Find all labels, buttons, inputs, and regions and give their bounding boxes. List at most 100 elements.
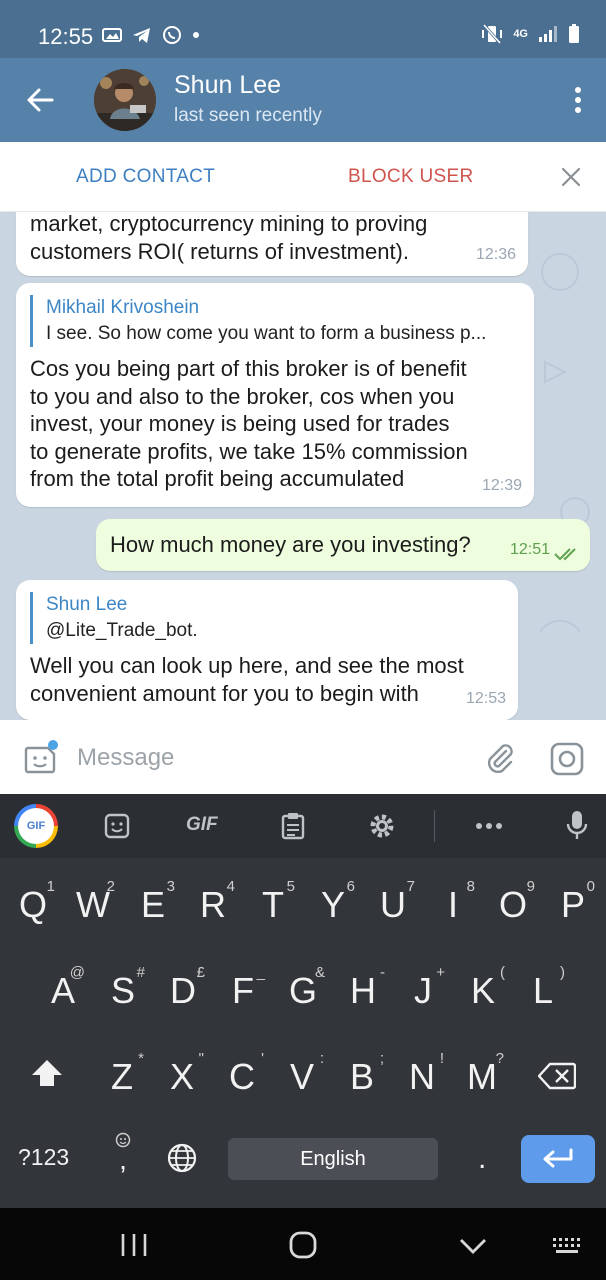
key-q[interactable]: Q1 <box>3 878 63 926</box>
key-secondary-label: 3 <box>166 878 175 895</box>
key-k[interactable]: K( <box>453 964 513 1012</box>
reply-quote[interactable]: Mikhail Krivoshein I see. So how come yo… <box>30 295 520 347</box>
key-j[interactable]: J + <box>393 964 453 1012</box>
reply-text: I see. So how come you want to form a bu… <box>46 323 487 344</box>
key-label: H <box>350 970 376 1011</box>
read-checkmarks-icon <box>554 548 576 561</box>
close-icon[interactable] <box>560 166 582 188</box>
key-p[interactable]: P0 <box>543 878 603 926</box>
key-v[interactable]: V: <box>272 1050 332 1098</box>
key-label: G <box>288 970 317 1011</box>
back-arrow-icon[interactable] <box>24 84 56 116</box>
reply-author: Shun Lee <box>46 594 128 615</box>
recent-apps-icon[interactable] <box>120 1232 148 1258</box>
toolbar-divider <box>434 810 435 842</box>
whatsapp-notification-icon <box>163 26 181 44</box>
incoming-message[interactable]: Shun Lee @Lite_Trade_bot. Well you can l… <box>16 580 518 720</box>
key-secondary-label: ! <box>439 1050 444 1067</box>
more-dots-icon[interactable] <box>475 822 503 830</box>
key-h[interactable]: H- <box>333 964 393 1012</box>
message-time: 12:51 <box>509 540 550 558</box>
key-secondary-label: _ <box>256 964 265 981</box>
key-w[interactable]: W2 <box>63 878 123 926</box>
enter-key[interactable] <box>521 1135 595 1183</box>
key-a[interactable]: A @ <box>33 964 93 1012</box>
key-label: C <box>229 1056 255 1097</box>
key-y[interactable]: Y6 <box>303 878 363 926</box>
camera-icon[interactable] <box>550 742 584 776</box>
status-time: 12:55 <box>38 24 94 49</box>
key-i[interactable]: I8 <box>423 878 483 926</box>
key-label: S <box>110 970 135 1011</box>
key-secondary-label: 9 <box>526 878 535 895</box>
key-x[interactable]: X " <box>152 1050 212 1098</box>
comma-key-label: , <box>119 1144 127 1175</box>
message-text-line: Cos you being part of this broker is of … <box>30 356 467 381</box>
key-secondary-label: ? <box>495 1050 504 1067</box>
symbols-key[interactable]: ?123 <box>18 1144 69 1171</box>
comma-key[interactable]: , <box>108 1132 138 1182</box>
settings-gear-icon[interactable] <box>368 812 396 840</box>
key-secondary-label: ( <box>500 964 505 981</box>
clipboard-icon[interactable] <box>281 812 305 840</box>
key-f[interactable]: F _ <box>213 964 273 1012</box>
key-label: O <box>498 884 527 925</box>
key-t[interactable]: T5 <box>243 878 303 926</box>
globe-icon[interactable] <box>166 1142 198 1174</box>
block-user-button[interactable]: BLOCK USER <box>348 166 473 188</box>
key-r[interactable]: R4 <box>183 878 243 926</box>
key-s[interactable]: S # <box>93 964 153 1012</box>
gif-sticker-button[interactable]: GIF <box>14 804 58 848</box>
key-secondary-label: 8 <box>466 878 475 895</box>
key-secondary-label: 2 <box>106 878 115 895</box>
network-type-label: 4G <box>513 28 528 40</box>
shift-key-icon[interactable] <box>30 1058 64 1088</box>
back-chevron-icon[interactable] <box>459 1238 487 1254</box>
key-secondary-label: - <box>380 964 385 981</box>
key-label: I <box>447 884 458 925</box>
key-c[interactable]: C ' <box>212 1050 272 1098</box>
space-bar[interactable]: English <box>228 1138 438 1180</box>
reply-quote[interactable]: Shun Lee @Lite_Trade_bot. <box>30 592 504 644</box>
message-text-line: customers ROI( returns of investment). <box>30 238 409 264</box>
sticker-icon[interactable] <box>104 813 130 839</box>
incoming-message[interactable]: market, cryptocurrency mining to proving… <box>16 212 528 276</box>
key-u[interactable]: U7 <box>363 878 423 926</box>
key-label: L <box>532 970 554 1011</box>
key-b[interactable]: B; <box>332 1050 392 1098</box>
key-label: Q <box>18 884 47 925</box>
message-input[interactable]: Message <box>77 744 174 772</box>
message-text-line: from the total profit being accumulated <box>30 466 405 491</box>
key-secondary-label: £ <box>196 964 205 981</box>
contact-name[interactable]: Shun Lee <box>174 71 281 100</box>
backspace-key-icon[interactable] <box>538 1062 576 1090</box>
sticker-emoji-icon[interactable] <box>22 740 58 776</box>
home-icon[interactable] <box>289 1231 317 1259</box>
key-label: E <box>140 884 165 925</box>
gif-button[interactable]: GIF <box>186 814 218 836</box>
notification-icons <box>102 25 200 45</box>
key-z[interactable]: Z * <box>92 1050 152 1098</box>
signal-icon <box>539 26 557 42</box>
period-key[interactable]: . <box>478 1142 486 1176</box>
keyboard-switch-icon[interactable] <box>552 1236 582 1256</box>
key-g[interactable]: G & <box>273 964 333 1012</box>
add-contact-button[interactable]: ADD CONTACT <box>76 166 215 188</box>
message-list[interactable]: market, cryptocurrency mining to proving… <box>0 212 606 720</box>
key-e[interactable]: E3 <box>123 878 183 926</box>
gallery-notification-icon <box>102 28 122 42</box>
key-o[interactable]: O9 <box>483 878 543 926</box>
key-l[interactable]: L) <box>513 964 573 1012</box>
key-label: V <box>289 1056 314 1097</box>
key-d[interactable]: D £ <box>153 964 213 1012</box>
outgoing-message[interactable]: How much money are you investing? 12:51 <box>96 519 590 571</box>
reply-author: Mikhail Krivoshein <box>46 297 200 318</box>
attach-icon[interactable] <box>484 742 516 774</box>
avatar[interactable] <box>94 69 156 131</box>
incoming-message[interactable]: Mikhail Krivoshein I see. So how come yo… <box>16 283 534 507</box>
key-secondary-label: : <box>319 1050 324 1067</box>
key-m[interactable]: M? <box>452 1050 512 1098</box>
more-options-icon[interactable] <box>574 86 582 114</box>
microphone-icon[interactable] <box>566 810 588 840</box>
key-n[interactable]: N! <box>392 1050 452 1098</box>
